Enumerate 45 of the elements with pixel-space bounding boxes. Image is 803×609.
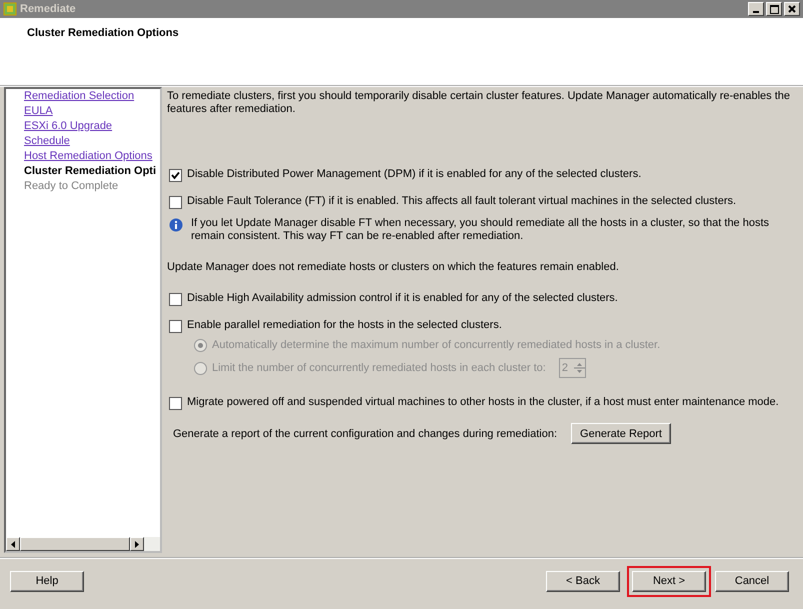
sidebar-link[interactable]: Schedule	[24, 135, 70, 148]
spinner-arrows-icon	[574, 361, 585, 375]
sidebar-link[interactable]: EULA	[24, 105, 53, 118]
maximize-button[interactable]	[766, 2, 782, 16]
checkbox-label: Disable High Availability admission control if it is enabled for any of the selected clusters.	[187, 292, 618, 305]
app-icon	[3, 2, 17, 16]
sidebar-link[interactable]: Host Remediation Options	[24, 150, 152, 163]
checkbox[interactable]	[169, 397, 182, 410]
sidebar-pending-step: Ready to Complete	[24, 180, 118, 193]
info-text: If you let Update Manager disable FT when necessary, you should remediate all the hosts in a cluster, so that the hosts remain consistent. This way FT can be re-enabled after remediation.	[191, 217, 770, 243]
sidebar-link[interactable]: Remediation Selection	[24, 90, 134, 103]
note-text: Update Manager does not remediate hosts or clusters on which the features remain enabled.	[167, 261, 619, 274]
sidebar-current-step: Cluster Remediation Opti	[24, 165, 156, 178]
sidebar-link[interactable]: ESXi 6.0 Upgrade	[24, 120, 112, 133]
wizard-button[interactable]: Cancel	[715, 570, 789, 592]
scroll-left-button[interactable]	[6, 537, 20, 551]
checkbox-label: Disable Distributed Power Management (DPM) if it is enabled for any of the selected clusters.	[187, 168, 642, 181]
help-button[interactable]: Help	[10, 570, 84, 592]
wizard-button[interactable]: < Back	[546, 570, 620, 592]
minimize-button[interactable]	[748, 2, 764, 16]
intro-text: To remediate clusters, first you should temporarily disable certain cluster features. Update Manager automatically re-enables the features after remediation.	[167, 90, 792, 116]
wizard-button[interactable]: Next >	[632, 570, 706, 592]
horizontal-scrollbar[interactable]	[6, 537, 160, 551]
window-title: Remediate	[20, 3, 76, 15]
check-icon	[171, 171, 180, 180]
checkbox[interactable]	[169, 196, 182, 209]
maximize-icon	[770, 4, 778, 14]
checkbox[interactable]	[169, 320, 182, 333]
generate-report-button[interactable]: Generate Report	[571, 423, 671, 444]
checkbox-label: Enable parallel remediation for the hosts in the selected clusters.	[187, 319, 502, 332]
close-button[interactable]	[784, 2, 800, 16]
scroll-right-button[interactable]	[130, 537, 144, 551]
left-arrow-icon	[11, 540, 15, 548]
close-icon	[788, 5, 796, 13]
checkbox[interactable]	[169, 293, 182, 306]
page-title: Cluster Remediation Options	[27, 27, 179, 39]
info-icon	[169, 218, 183, 232]
right-arrow-icon	[135, 540, 139, 548]
report-label: Generate a report of the current configuration and changes during remediation:	[173, 428, 558, 440]
checkbox[interactable]	[169, 169, 182, 182]
radio-label: Limit the number of concurrently remediated hosts in each cluster to:	[212, 362, 546, 374]
checkbox-label: Migrate powered off and suspended virtual machines to other hosts in the cluster, if a host must enter maintenance mode.	[187, 396, 779, 409]
radio-label: Automatically determine the maximum number of concurrently remediated hosts in a cluster.	[212, 339, 660, 352]
checkbox-label: Disable Fault Tolerance (FT) if it is enabled. This affects all fault tolerant virtual machines in the selected clusters.	[187, 195, 736, 208]
scroll-thumb[interactable]	[20, 537, 130, 551]
